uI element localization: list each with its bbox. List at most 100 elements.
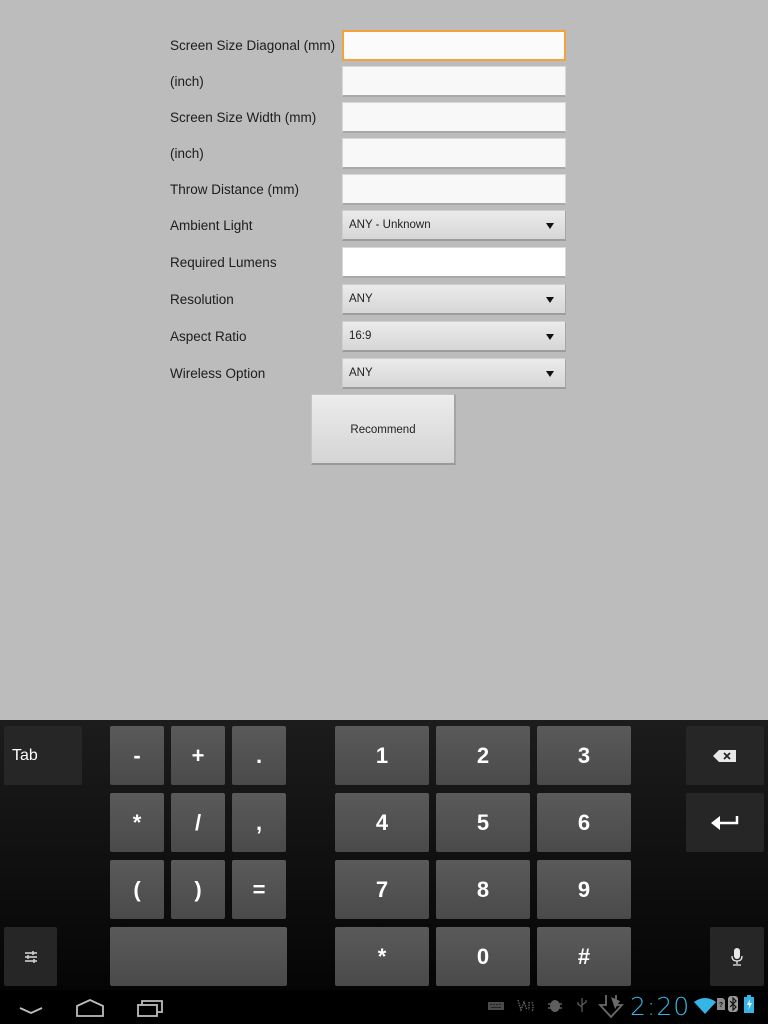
label-resolution: Resolution — [170, 292, 234, 307]
recommend-button[interactable]: Recommend — [311, 394, 456, 465]
key-close-paren[interactable]: ) — [171, 860, 225, 919]
download-icon — [598, 995, 624, 1019]
row-wireless-option: Wireless Option ANY — [170, 358, 570, 390]
key-label: * — [377, 943, 387, 969]
settings-sliders-icon — [25, 951, 37, 963]
svg-text:?: ? — [719, 1002, 723, 1009]
row-throw-distance: Throw Distance (mm) — [170, 174, 570, 206]
system-bar: 2:20 ? — [0, 990, 768, 1024]
label-throw-distance: Throw Distance (mm) — [170, 182, 300, 197]
backspace-icon — [713, 750, 736, 762]
key-1[interactable]: 1 — [335, 726, 429, 785]
row-required-lumens: Required Lumens — [170, 247, 570, 279]
android-debug-icon — [548, 1000, 562, 1012]
microphone-icon — [731, 948, 743, 966]
screen-width-inch-input[interactable] — [342, 138, 566, 169]
no-sim-icon: ? — [717, 998, 725, 1010]
wireless-option-value: ANY — [349, 367, 373, 379]
throw-distance-input[interactable] — [342, 174, 566, 205]
wireless-option-dropdown[interactable]: ANY — [342, 358, 566, 389]
key-label: * — [132, 809, 142, 835]
row-screen-width-inch: (inch) — [170, 138, 570, 170]
key-label: 1 — [375, 742, 389, 768]
key-6[interactable]: 6 — [537, 793, 631, 852]
voice-input-key[interactable] — [710, 927, 764, 986]
key-label: + — [191, 742, 205, 768]
key-period[interactable]: . — [232, 726, 286, 785]
home-icon[interactable] — [74, 994, 106, 1020]
key-label: 2 — [476, 742, 490, 768]
key-label: . — [255, 742, 263, 768]
key-label: 4 — [375, 809, 389, 835]
key-star[interactable]: * — [335, 927, 429, 986]
key-0[interactable]: 0 — [436, 927, 530, 986]
label-wireless-option: Wireless Option — [170, 366, 266, 381]
key-comma[interactable]: , — [232, 793, 286, 852]
key-label: 9 — [577, 876, 591, 902]
key-2[interactable]: 2 — [436, 726, 530, 785]
key-label: - — [133, 742, 141, 768]
label-screen-width-inch: (inch) — [170, 146, 204, 161]
ambient-light-value: ANY - Unknown — [349, 219, 431, 231]
key-label: = — [252, 876, 266, 902]
key-hash[interactable]: # — [537, 927, 631, 986]
screen-diagonal-mm-input[interactable] — [342, 30, 566, 61]
space-key[interactable] — [110, 927, 287, 986]
projector-form: Screen Size Diagonal (mm) (inch) Screen … — [0, 0, 768, 720]
battery-charging-icon — [744, 995, 754, 1013]
required-lumens-input[interactable] — [342, 247, 566, 278]
key-open-paren[interactable]: ( — [110, 860, 164, 919]
label-screen-diagonal-mm: Screen Size Diagonal (mm) — [170, 38, 336, 53]
label-required-lumens: Required Lumens — [170, 255, 277, 270]
key-slash[interactable]: / — [171, 793, 225, 852]
resolution-value: ANY — [349, 293, 373, 305]
key-8[interactable]: 8 — [436, 860, 530, 919]
screen-diagonal-inch-input[interactable] — [342, 66, 566, 97]
key-9[interactable]: 9 — [537, 860, 631, 919]
key-5[interactable]: 5 — [436, 793, 530, 852]
aspect-ratio-value: 16:9 — [349, 330, 372, 342]
key-4[interactable]: 4 — [335, 793, 429, 852]
key-plus[interactable]: + — [171, 726, 225, 785]
tab-key-label: Tab — [12, 746, 38, 764]
ambient-light-dropdown[interactable]: ANY - Unknown — [342, 210, 566, 241]
clock: 2:20 — [630, 992, 691, 1021]
recent-apps-icon[interactable] — [134, 994, 166, 1020]
key-label: 6 — [577, 809, 591, 835]
key-label: # — [577, 943, 591, 969]
back-icon[interactable] — [16, 994, 46, 1020]
key-asterisk[interactable]: * — [110, 793, 164, 852]
key-label: 8 — [476, 876, 490, 902]
keyboard-icon — [488, 1002, 504, 1010]
dropdown-arrow-icon — [546, 223, 554, 229]
usb-icon — [577, 998, 587, 1012]
label-screen-width-mm: Screen Size Width (mm) — [170, 110, 317, 125]
key-equals[interactable]: = — [232, 860, 286, 919]
backspace-key[interactable] — [686, 726, 764, 785]
key-7[interactable]: 7 — [335, 860, 429, 919]
row-ambient-light: Ambient Light ANY - Unknown — [170, 210, 570, 242]
key-label: 5 — [476, 809, 490, 835]
dropdown-arrow-icon — [546, 334, 554, 340]
label-aspect-ratio: Aspect Ratio — [170, 329, 247, 344]
key-label: ( — [133, 876, 141, 902]
key-3[interactable]: 3 — [537, 726, 631, 785]
key-label: 3 — [577, 742, 591, 768]
row-screen-diagonal-inch: (inch) — [170, 66, 570, 98]
row-resolution: Resolution ANY — [170, 284, 570, 316]
aspect-ratio-dropdown[interactable]: 16:9 — [342, 321, 566, 352]
enter-key[interactable] — [686, 793, 764, 852]
tab-key[interactable]: Tab — [4, 726, 82, 785]
wifi-icon — [694, 998, 716, 1014]
key-minus[interactable]: - — [110, 726, 164, 785]
key-label: 7 — [375, 876, 389, 902]
row-aspect-ratio: Aspect Ratio 16:9 — [170, 321, 570, 353]
dropdown-arrow-icon — [546, 297, 554, 303]
resolution-dropdown[interactable]: ANY — [342, 284, 566, 315]
screen-width-mm-input[interactable] — [342, 102, 566, 133]
keyboard-settings-key[interactable] — [4, 927, 57, 986]
key-label: ) — [194, 876, 202, 902]
key-label: / — [194, 809, 202, 835]
row-screen-diagonal-mm: Screen Size Diagonal (mm) — [170, 30, 570, 62]
key-label: 0 — [476, 943, 490, 969]
